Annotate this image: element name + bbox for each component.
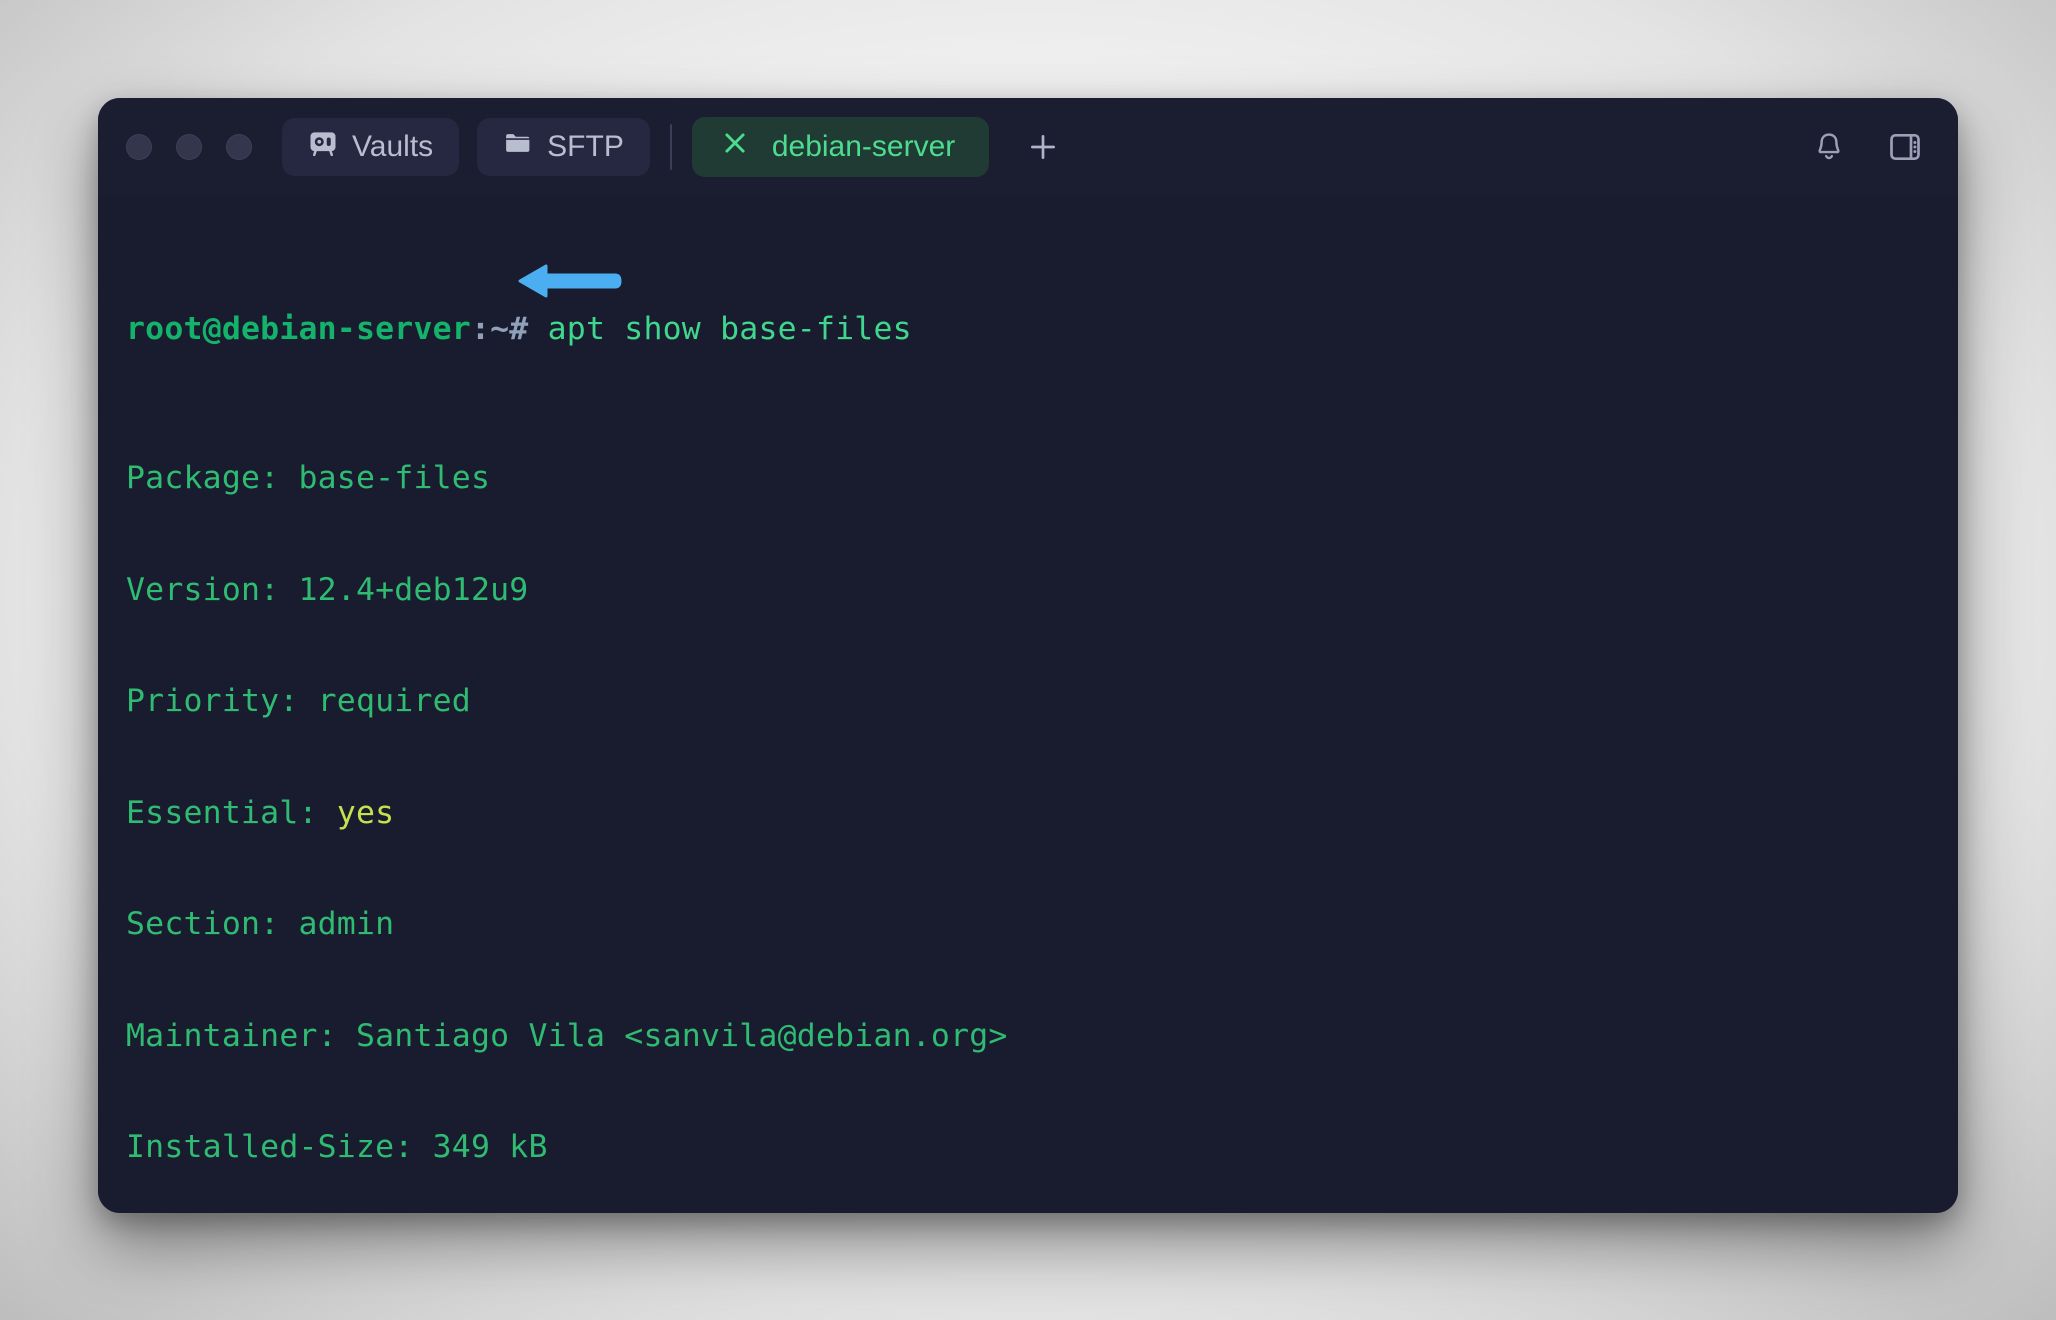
minimize-window-button[interactable]	[176, 133, 202, 160]
vaults-label: Vaults	[352, 129, 434, 163]
prompt-path: :~#	[470, 311, 529, 348]
title-bar: Vaults SFTP debian-server	[98, 97, 1958, 196]
sftp-label: SFTP	[547, 129, 624, 163]
essential-value: yes	[336, 794, 395, 831]
terminal-window: Vaults SFTP debian-server root@debian-se…	[98, 97, 1958, 1213]
toolbar-divider	[669, 123, 672, 170]
prompt-user-host: root@debian-server	[126, 311, 471, 348]
output-line: Priority: required	[126, 683, 471, 720]
terminal-output[interactable]: root@debian-server:~# apt show base-file…	[98, 195, 1958, 1213]
output-line-essential: Essential: yes	[126, 795, 1930, 832]
output-line: Installed-Size: 349 kB	[126, 1129, 548, 1166]
bell-icon[interactable]	[1802, 120, 1856, 174]
output-line: Maintainer: Santiago Vila <sanvila@debia…	[126, 1017, 1008, 1054]
command-text: apt show base-files	[547, 311, 912, 348]
new-tab-button[interactable]	[1017, 121, 1069, 173]
tab-debian-server[interactable]: debian-server	[691, 116, 990, 177]
output-line: Section: admin	[126, 906, 395, 943]
close-window-button[interactable]	[126, 133, 152, 160]
window-controls	[126, 133, 252, 160]
essential-label: Essential:	[126, 794, 337, 831]
panel-toggle-icon[interactable]	[1878, 120, 1932, 174]
vaults-button[interactable]: Vaults	[282, 117, 460, 176]
folder-icon	[503, 128, 533, 166]
command-line: root@debian-server:~# apt show base-file…	[126, 311, 1930, 348]
output-line: Package: base-files	[126, 459, 491, 496]
maximize-window-button[interactable]	[226, 133, 252, 160]
close-icon[interactable]	[720, 128, 750, 166]
annotation-arrow-icon	[518, 264, 622, 297]
sftp-button[interactable]: SFTP	[477, 117, 650, 176]
tab-label: debian-server	[771, 129, 956, 163]
vault-icon	[308, 128, 338, 166]
output-line-version: Version: 12.4+deb12u9	[126, 571, 529, 608]
watermark-logo-icon	[888, 1189, 1093, 1213]
watermark: 系统极客	[888, 1189, 1293, 1213]
